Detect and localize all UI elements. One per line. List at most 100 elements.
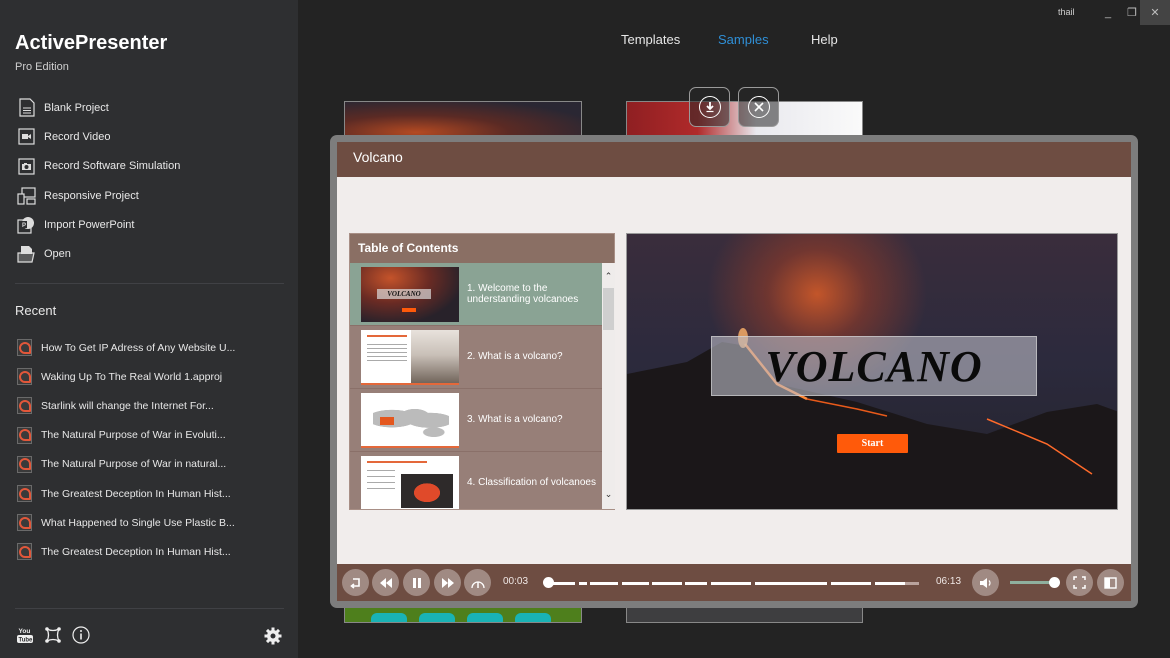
- slide-thumbnail: [361, 455, 459, 509]
- thumb-title: VOLCANO: [377, 288, 431, 299]
- speed-gauge-icon: [470, 580, 485, 588]
- scroll-up-icon[interactable]: ⌃: [602, 271, 615, 285]
- tab-help[interactable]: Help: [811, 32, 838, 47]
- project-file-icon: [17, 426, 32, 444]
- download-button[interactable]: [689, 87, 730, 127]
- divider: [15, 283, 284, 284]
- seek-bar[interactable]: [545, 582, 919, 585]
- playback-speed-button[interactable]: [464, 569, 491, 596]
- project-file-icon: [17, 455, 32, 473]
- seek-handle[interactable]: [542, 577, 554, 588]
- menu-record-software-simulation[interactable]: Record Software Simulation: [17, 152, 180, 181]
- current-time: 00:03: [503, 576, 529, 587]
- menu-label: Import PowerPoint: [44, 218, 135, 231]
- presentation-title: Volcano: [353, 149, 403, 165]
- info-icon[interactable]: [72, 626, 90, 644]
- fullscreen-button[interactable]: [1066, 569, 1093, 596]
- recent-item-label: Waking Up To The Real World 1.approj: [41, 370, 223, 383]
- tab-samples[interactable]: Samples: [718, 32, 769, 47]
- svg-text:P: P: [22, 223, 26, 229]
- recent-item[interactable]: What Happened to Single Use Plastic B...: [17, 508, 235, 537]
- volume-button[interactable]: [972, 569, 999, 596]
- rewind-button[interactable]: [372, 569, 399, 596]
- menu-label: Record Video: [44, 130, 111, 143]
- menu-import-powerpoint[interactable]: P Import PowerPoint: [17, 210, 180, 239]
- scrollbar-thumb[interactable]: [603, 288, 614, 330]
- slide-canvas: VOLCANO Start: [626, 233, 1118, 510]
- forward-button[interactable]: [434, 569, 461, 596]
- toc-item[interactable]: VOLCANO 1. Welcome to the understanding …: [350, 263, 602, 326]
- recent-item[interactable]: Starlink will change the Internet For...: [17, 391, 235, 420]
- toggle-sidebar-button[interactable]: [1097, 569, 1124, 596]
- close-window-button[interactable]: ✕: [1140, 0, 1170, 25]
- transform-icon[interactable]: [44, 626, 62, 644]
- start-menu: Blank Project Record Video Record Softwa…: [17, 93, 180, 269]
- blank-project-icon: [17, 98, 36, 117]
- gear-icon[interactable]: [264, 627, 282, 645]
- recent-item-label: The Natural Purpose of War in Evoluti...: [41, 429, 226, 442]
- menu-record-video[interactable]: Record Video: [17, 122, 180, 151]
- app-name: ActivePresenter: [15, 32, 168, 54]
- project-file-icon: [17, 339, 32, 357]
- toc-item[interactable]: 4. Classification of volcanoes: [350, 452, 602, 509]
- tab-templates[interactable]: Templates: [621, 32, 680, 47]
- sidebar-footer: You Tube: [16, 626, 90, 644]
- volume-handle[interactable]: [1048, 577, 1060, 588]
- recent-item-label: Starlink will change the Internet For...: [41, 399, 214, 412]
- sample-preview-modal: Volcano Table of Contents VOLCANO 1. Wel…: [330, 135, 1138, 608]
- menu-blank-project[interactable]: Blank Project: [17, 93, 180, 122]
- pause-button[interactable]: [403, 569, 430, 596]
- toc-scrollbar[interactable]: ⌃ ⌄: [602, 263, 615, 509]
- close-preview-button[interactable]: [738, 87, 779, 127]
- fast-forward-icon: [441, 577, 454, 588]
- minimize-button[interactable]: _: [1096, 0, 1120, 25]
- recent-item[interactable]: The Greatest Deception In Human Hist...: [17, 479, 235, 508]
- project-file-icon: [17, 397, 32, 415]
- toc-item-label: 4. Classification of volcanoes: [467, 477, 596, 489]
- recent-item-label: What Happened to Single Use Plastic B...: [41, 516, 235, 529]
- user-name[interactable]: thail: [1058, 7, 1075, 17]
- menu-open[interactable]: Open: [17, 239, 180, 268]
- player-header: Volcano: [337, 142, 1131, 177]
- open-folder-icon: [17, 245, 36, 264]
- record-video-icon: [17, 127, 36, 146]
- toc-item-label: 3. What is a volcano?: [467, 414, 563, 426]
- recent-heading: Recent: [15, 303, 57, 318]
- menu-responsive-project[interactable]: Responsive Project: [17, 181, 180, 210]
- recent-item[interactable]: How To Get IP Adress of Any Website U...: [17, 333, 235, 362]
- project-file-icon: [17, 485, 32, 503]
- menu-label: Open: [44, 248, 71, 261]
- slide-thumbnail: [361, 392, 459, 448]
- recent-item[interactable]: Waking Up To The Real World 1.approj: [17, 362, 235, 391]
- recent-item[interactable]: The Natural Purpose of War in natural...: [17, 450, 235, 479]
- menu-label: Responsive Project: [44, 189, 139, 202]
- recent-list: How To Get IP Adress of Any Website U...…: [17, 333, 235, 567]
- toc-list: VOLCANO 1. Welcome to the understanding …: [350, 263, 602, 509]
- slide-title: VOLCANO: [765, 342, 983, 391]
- toc-item[interactable]: 3. What is a volcano?: [350, 389, 602, 452]
- toc-title: Table of Contents: [358, 241, 459, 255]
- active-presenter-window: ActivePresenter Pro Edition Blank Projec…: [0, 0, 1170, 658]
- close-icon: [747, 96, 770, 118]
- recent-item[interactable]: The Natural Purpose of War in Evoluti...: [17, 421, 235, 450]
- powerpoint-icon: P: [17, 215, 36, 234]
- scroll-down-icon[interactable]: ⌄: [602, 489, 615, 503]
- toc-item[interactable]: 2. What is a volcano?: [350, 326, 602, 389]
- total-duration: 06:13: [936, 576, 962, 587]
- sidebar-toggle-icon: [1104, 576, 1117, 589]
- recent-item-label: The Natural Purpose of War in natural...: [41, 458, 227, 471]
- app-edition: Pro Edition: [15, 61, 69, 73]
- divider: [15, 608, 284, 609]
- recent-item-label: The Greatest Deception In Human Hist...: [41, 545, 231, 558]
- project-file-icon: [17, 514, 32, 532]
- table-of-contents: Table of Contents VOLCANO 1. Welcome to …: [349, 233, 615, 510]
- recent-item[interactable]: The Greatest Deception In Human Hist...: [17, 537, 235, 566]
- youtube-icon[interactable]: You Tube: [16, 626, 34, 644]
- replay-button[interactable]: [342, 569, 369, 596]
- menu-label: Blank Project: [44, 101, 109, 114]
- responsive-devices-icon: [17, 186, 36, 205]
- recent-item-label: The Greatest Deception In Human Hist...: [41, 487, 231, 500]
- svg-text:You: You: [19, 628, 31, 635]
- start-button[interactable]: Start: [837, 434, 908, 453]
- pause-icon: [412, 577, 421, 588]
